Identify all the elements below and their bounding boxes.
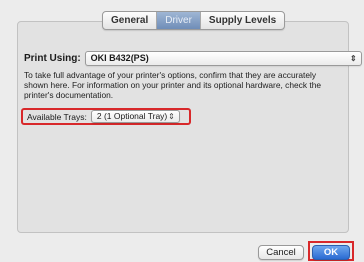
up-down-chevron-icon: ⇕ [349,54,357,63]
description-text: To take full advantage of your printer's… [24,70,322,100]
available-trays-value: 2 (1 Optional Tray) [96,111,168,121]
tab-general[interactable]: General [103,12,158,29]
tab-driver[interactable]: Driver [157,12,201,29]
tab-bar: General Driver Supply Levels [102,11,286,30]
print-using-row: Print Using: OKI B432(PS) ⇕ [24,51,362,66]
print-using-label: Print Using: [24,53,81,64]
cancel-button[interactable]: Cancel [258,245,304,260]
tab-supply-levels[interactable]: Supply Levels [201,12,284,29]
available-trays-select[interactable]: 2 (1 Optional Tray) ⇕ [90,110,180,123]
available-trays-label: Available Trays: [27,111,87,122]
ok-button[interactable]: OK [312,245,350,260]
available-trays-row: Available Trays: 2 (1 Optional Tray) ⇕ [21,108,191,125]
printer-select[interactable]: OKI B432(PS) ⇕ [84,51,362,66]
up-down-chevron-icon: ⇕ [168,112,175,121]
printer-select-value: OKI B432(PS) [90,53,149,63]
